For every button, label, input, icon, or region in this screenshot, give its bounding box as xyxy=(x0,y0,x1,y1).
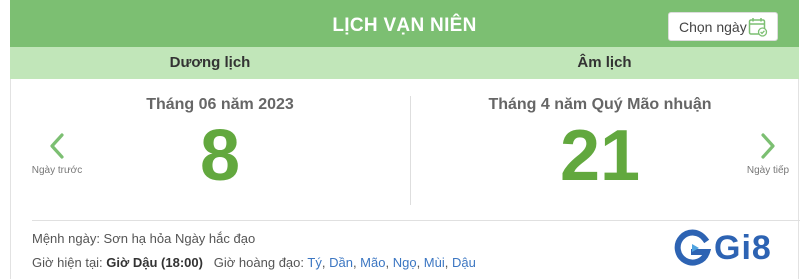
good-hours-list: Tý, Dần, Mão, Ngọ, Mùi, Dậu xyxy=(307,255,476,270)
next-day-button[interactable]: Ngày tiếp xyxy=(735,132,800,176)
next-day-label: Ngày tiếp xyxy=(746,165,790,176)
pick-date-label: Chọn ngày xyxy=(679,18,747,35)
current-hour-value: Giờ Dậu (18:00) xyxy=(106,255,203,270)
chevron-right-icon xyxy=(761,133,775,159)
prev-day-label: Ngày trước xyxy=(31,165,83,176)
lunar-day: 21 xyxy=(559,116,641,196)
good-hour-link[interactable]: Ngọ xyxy=(393,255,417,270)
good-hour-link[interactable]: Mùi xyxy=(424,255,445,270)
lunar-month-year: Tháng 4 năm Quý Mão nhuận xyxy=(488,96,712,113)
good-hour-link[interactable]: Dậu xyxy=(452,255,476,270)
calendar-header: LỊCH VẠN NIÊN Chọn ngày xyxy=(10,0,799,47)
good-hour-link[interactable]: Tý xyxy=(307,255,321,270)
good-hours-label: Giờ hoàng đạo: xyxy=(213,255,304,270)
prev-day-button[interactable]: Ngày trước xyxy=(26,132,88,176)
pick-date-button[interactable]: Chọn ngày xyxy=(668,12,778,41)
good-hour-link[interactable]: Mão xyxy=(360,255,385,270)
solar-month-year: Tháng 06 năm 2023 xyxy=(146,96,294,113)
gi8-logo: Gi8 xyxy=(672,226,794,270)
column-headers: Dương lịch Âm lịch xyxy=(10,47,799,79)
solar-column-label: Dương lịch xyxy=(169,54,251,71)
current-hour-label: Giờ hiện tại: xyxy=(32,255,103,270)
calendar-check-icon xyxy=(748,18,768,37)
column-divider xyxy=(410,96,411,205)
lunar-column-label: Âm lịch xyxy=(577,54,632,71)
good-hour-link[interactable]: Dần xyxy=(329,255,353,270)
hour-info: Giờ hiện tại: Giờ Dậu (18:00) Giờ hoàng … xyxy=(32,255,476,270)
info-divider xyxy=(32,220,800,221)
solar-day: 8 xyxy=(199,116,241,196)
logo-text: Gi8 xyxy=(714,228,772,267)
gi8-logo-mark-icon xyxy=(674,229,712,266)
day-fate-text: Mệnh ngày: Sơn hạ hỏa Ngày hắc đạo xyxy=(32,231,256,246)
chevron-left-icon xyxy=(50,133,64,159)
